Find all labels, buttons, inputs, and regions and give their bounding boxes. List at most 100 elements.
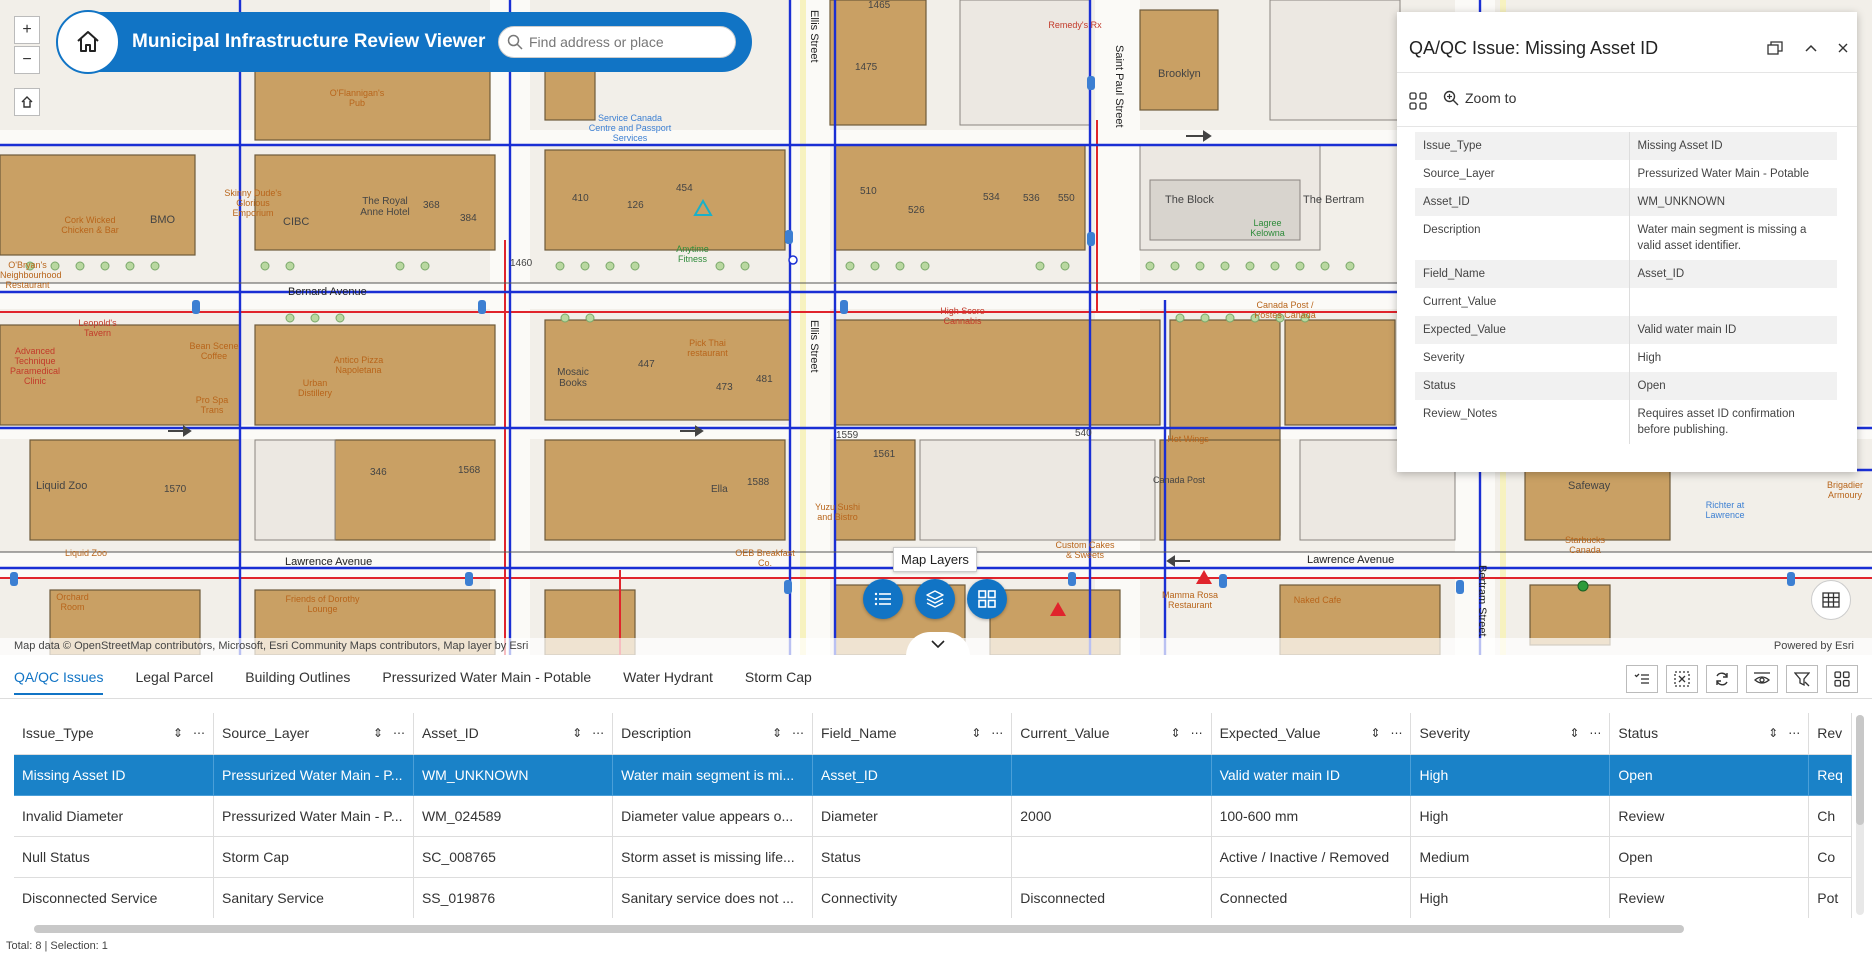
table-cell[interactable]: Open xyxy=(1609,754,1810,796)
sort-icon[interactable]: ⇕ xyxy=(971,726,981,740)
table-row[interactable]: Missing Asset ID Pressurized Water Main -… xyxy=(14,754,1852,796)
horizontal-scroll-thumb[interactable] xyxy=(34,925,1684,933)
sort-icon[interactable]: ⇕ xyxy=(772,726,782,740)
column-menu-icon[interactable]: ⋯ xyxy=(592,726,604,740)
tab-building-outlines[interactable]: Building Outlines xyxy=(245,667,350,695)
table-cell[interactable]: Asset_ID xyxy=(812,754,1013,796)
column-header[interactable]: Issue_Type ⇕ ⋯ xyxy=(14,713,214,755)
table-cell[interactable]: Disconnected xyxy=(1011,877,1212,918)
table-cell[interactable]: Invalid Diameter xyxy=(14,795,214,837)
table-cell[interactable]: WM_024589 xyxy=(413,795,614,837)
table-cell[interactable]: Co xyxy=(1808,836,1852,878)
dock-button[interactable] xyxy=(1763,36,1787,60)
tab-qaqc-issues[interactable]: QA/QC Issues xyxy=(14,667,104,695)
tab-water-hydrant[interactable]: Water Hydrant xyxy=(623,667,713,695)
table-cell[interactable]: Open xyxy=(1609,836,1810,878)
table-cell[interactable]: Connected xyxy=(1211,877,1412,918)
table-cell[interactable]: 2000 xyxy=(1011,795,1212,837)
table-cell[interactable]: WM_UNKNOWN xyxy=(413,754,614,796)
default-extent-button[interactable] xyxy=(14,88,40,116)
table-cell[interactable]: Valid water main ID xyxy=(1211,754,1412,796)
table-cell[interactable]: Pressurized Water Main - P... xyxy=(213,754,414,796)
legend-button[interactable] xyxy=(863,579,903,619)
table-row[interactable]: Disconnected Service Sanitary Service SS_0… xyxy=(14,877,1852,918)
table-cell[interactable]: Review xyxy=(1609,877,1810,918)
show-hide-columns-button[interactable] xyxy=(1746,665,1778,693)
table-cell[interactable]: High xyxy=(1410,795,1611,837)
column-menu-icon[interactable]: ⋯ xyxy=(991,726,1003,740)
sort-icon[interactable]: ⇕ xyxy=(1171,726,1181,740)
table-cell[interactable]: Ch xyxy=(1808,795,1852,837)
table-cell[interactable]: SC_008765 xyxy=(413,836,614,878)
table-options-button[interactable] xyxy=(1826,665,1858,693)
clear-selection-button[interactable] xyxy=(1666,665,1698,693)
column-menu-icon[interactable]: ⋯ xyxy=(1589,726,1601,740)
vertical-scrollbar[interactable] xyxy=(1856,715,1864,915)
tab-water-main[interactable]: Pressurized Water Main - Potable xyxy=(382,667,591,695)
sort-icon[interactable]: ⇕ xyxy=(373,726,383,740)
table-cell[interactable]: Medium xyxy=(1410,836,1611,878)
refresh-button[interactable] xyxy=(1706,665,1738,693)
search-input[interactable] xyxy=(529,34,724,50)
table-cell[interactable]: High xyxy=(1410,877,1611,918)
column-header[interactable]: Rev xyxy=(1808,713,1852,755)
table-cell[interactable]: Active / Inactive / Removed xyxy=(1211,836,1412,878)
search-box[interactable] xyxy=(498,26,736,58)
table-cell[interactable] xyxy=(1011,836,1212,878)
table-cell[interactable]: SS_019876 xyxy=(413,877,614,918)
collapse-popup-button[interactable] xyxy=(1799,36,1823,60)
column-menu-icon[interactable]: ⋯ xyxy=(1788,726,1800,740)
filter-button[interactable] xyxy=(1786,665,1818,693)
tab-storm-cap[interactable]: Storm Cap xyxy=(745,667,812,695)
column-header[interactable]: Asset_ID ⇕ ⋯ xyxy=(413,713,614,755)
map-view[interactable]: Bernard Avenue Lawrence Avenue Lawrence … xyxy=(0,0,1872,655)
column-menu-icon[interactable]: ⋯ xyxy=(1191,726,1203,740)
table-cell[interactable]: High xyxy=(1410,754,1611,796)
table-cell[interactable]: Missing Asset ID xyxy=(14,754,214,796)
basemap-gallery-button[interactable] xyxy=(967,579,1007,619)
column-menu-icon[interactable]: ⋯ xyxy=(792,726,804,740)
tab-legal-parcel[interactable]: Legal Parcel xyxy=(135,667,213,695)
popup-actions-button[interactable] xyxy=(1409,92,1427,115)
table-cell[interactable]: Storm asset is missing life... xyxy=(612,836,814,878)
map-layers-button[interactable] xyxy=(915,579,955,619)
table-cell[interactable]: Pot xyxy=(1808,877,1852,918)
table-cell[interactable]: Connectivity xyxy=(812,877,1013,918)
table-cell[interactable]: 100-600 mm xyxy=(1211,795,1412,837)
table-cell[interactable]: Null Status xyxy=(14,836,214,878)
table-cell[interactable]: Pressurized Water Main - P... xyxy=(213,795,414,837)
column-menu-icon[interactable]: ⋯ xyxy=(1390,726,1402,740)
zoom-out-button[interactable]: − xyxy=(14,46,40,74)
column-header[interactable]: Description ⇕ ⋯ xyxy=(612,713,814,755)
column-header[interactable]: Field_Name ⇕ ⋯ xyxy=(812,713,1013,755)
table-cell[interactable]: Req xyxy=(1808,754,1852,796)
table-cell[interactable]: Water main segment is mi... xyxy=(612,754,814,796)
column-header[interactable]: Current_Value ⇕ ⋯ xyxy=(1011,713,1212,755)
attribute-table-toggle[interactable] xyxy=(1811,580,1851,620)
close-popup-button[interactable] xyxy=(1831,36,1855,60)
table-cell[interactable]: Status xyxy=(812,836,1013,878)
column-header[interactable]: Severity ⇕ ⋯ xyxy=(1410,713,1611,755)
table-row[interactable]: Null Status Storm Cap SC_008765 Storm asset… xyxy=(14,836,1852,878)
table-cell[interactable]: Review xyxy=(1609,795,1810,837)
table-row[interactable]: Invalid Diameter Pressurized Water Main -… xyxy=(14,795,1852,837)
table-cell[interactable]: Storm Cap xyxy=(213,836,414,878)
sort-icon[interactable]: ⇕ xyxy=(1768,726,1778,740)
sort-icon[interactable]: ⇕ xyxy=(572,726,582,740)
zoom-to-button[interactable]: Zoom to xyxy=(1443,90,1516,106)
column-menu-icon[interactable]: ⋯ xyxy=(393,726,405,740)
sort-icon[interactable]: ⇕ xyxy=(1569,726,1579,740)
column-header[interactable]: Expected_Value ⇕ ⋯ xyxy=(1211,713,1412,755)
table-cell[interactable]: Sanitary Service xyxy=(213,877,414,918)
table-cell[interactable]: Sanitary service does not ... xyxy=(612,877,814,918)
column-header[interactable]: Status ⇕ ⋯ xyxy=(1609,713,1810,755)
column-header[interactable]: Source_Layer ⇕ ⋯ xyxy=(213,713,414,755)
table-cell[interactable]: Diameter value appears o... xyxy=(612,795,814,837)
vertical-scroll-thumb[interactable] xyxy=(1856,715,1864,825)
sort-icon[interactable]: ⇕ xyxy=(173,726,183,740)
zoom-in-button[interactable]: + xyxy=(14,16,40,44)
column-menu-icon[interactable]: ⋯ xyxy=(193,726,205,740)
horizontal-scrollbar[interactable] xyxy=(14,925,1854,933)
table-cell[interactable]: Disconnected Service xyxy=(14,877,214,918)
table-cell[interactable]: Diameter xyxy=(812,795,1013,837)
